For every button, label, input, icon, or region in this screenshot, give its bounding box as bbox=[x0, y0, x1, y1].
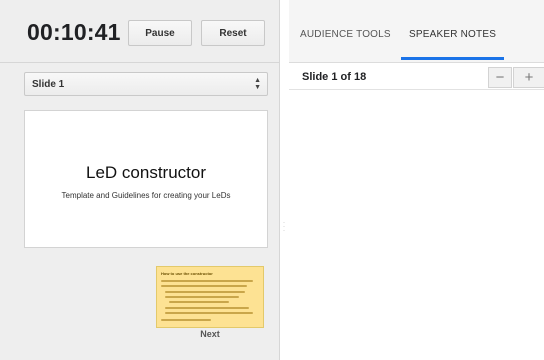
timer-bar: 00:10:41 Pause Reset bbox=[0, 0, 280, 63]
reset-button[interactable]: Reset bbox=[201, 20, 265, 46]
slide-count: Slide 1 of 18 bbox=[302, 71, 367, 83]
thumb-text-line bbox=[165, 291, 245, 293]
thumb-text-line bbox=[161, 319, 211, 321]
thumb-text-line bbox=[169, 301, 229, 303]
thumb-text-line bbox=[165, 296, 239, 298]
tab-speaker-notes[interactable]: SPEAKER NOTES bbox=[409, 29, 496, 40]
thumb-text-line bbox=[165, 312, 253, 314]
up-down-arrows-icon: ▲ ▼ bbox=[254, 77, 261, 91]
speaker-notes-area[interactable] bbox=[289, 91, 544, 360]
next-slide-label: Next bbox=[200, 329, 220, 339]
drag-handle-icon[interactable]: · · · bbox=[283, 220, 285, 234]
speaker-notes-header: Slide 1 of 18 − + bbox=[289, 63, 544, 90]
current-slide-preview: LeD constructor Template and Guidelines … bbox=[24, 110, 268, 248]
zoom-in-button[interactable]: + bbox=[513, 67, 544, 88]
presenter-left-panel: 00:10:41 Pause Reset Slide 1 ▲ ▼ LeD cons… bbox=[0, 0, 280, 360]
thumb-text-line bbox=[161, 285, 247, 287]
thumb-text-line bbox=[161, 280, 253, 282]
zoom-out-button[interactable]: − bbox=[488, 67, 512, 88]
pause-button[interactable]: Pause bbox=[128, 20, 192, 46]
slide-title: LeD constructor bbox=[86, 163, 206, 182]
tab-audience-tools[interactable]: AUDIENCE TOOLS bbox=[300, 29, 391, 40]
slide-subtitle: Template and Guidelines for creating you… bbox=[61, 191, 231, 200]
active-tab-indicator bbox=[401, 57, 504, 60]
minus-icon: − bbox=[495, 69, 505, 86]
plus-icon: + bbox=[524, 69, 534, 86]
next-slide-thumb-title: How to use the constructor bbox=[161, 271, 213, 276]
slide-select-dropdown[interactable]: Slide 1 ▲ ▼ bbox=[24, 72, 268, 96]
timer-display: 00:10:41 bbox=[27, 19, 121, 45]
presenter-right-panel: AUDIENCE TOOLS SPEAKER NOTES Slide 1 of … bbox=[289, 0, 544, 360]
slide-select-value: Slide 1 bbox=[32, 78, 65, 90]
tab-bar: AUDIENCE TOOLS SPEAKER NOTES bbox=[289, 0, 544, 63]
thumb-text-line bbox=[165, 307, 249, 309]
next-slide-thumbnail[interactable]: How to use the constructor bbox=[156, 266, 264, 328]
